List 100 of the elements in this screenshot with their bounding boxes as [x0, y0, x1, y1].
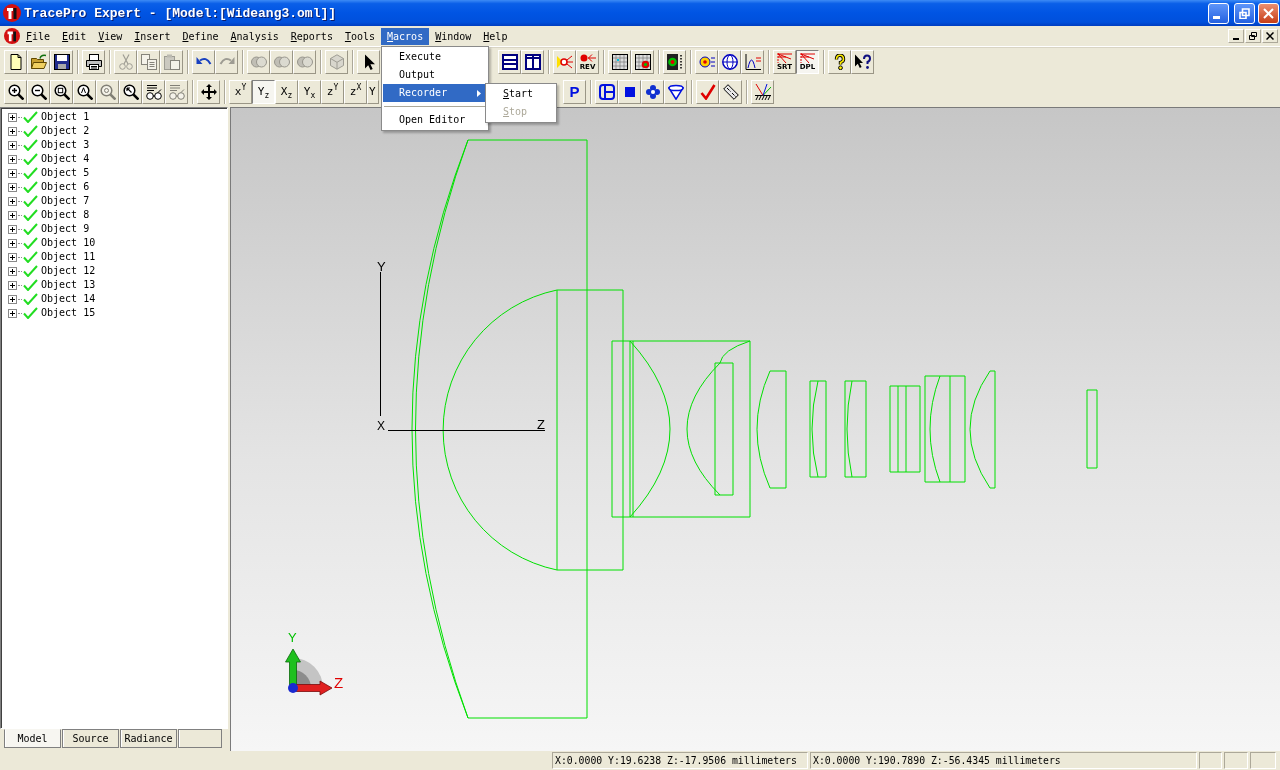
status-panel — [1199, 752, 1222, 769]
tab[interactable]: Source — [62, 729, 119, 748]
axis-triad-icon — [285, 648, 333, 696]
tab[interactable]: Radiance — [120, 729, 177, 748]
tree-item-label[interactable]: Object 11 — [41, 250, 96, 264]
toolbar-button[interactable] — [595, 80, 618, 104]
toolbar-button[interactable] — [663, 50, 686, 74]
tree-item-label[interactable]: Object 1 — [41, 110, 90, 124]
expand-icon[interactable] — [8, 112, 17, 122]
tree-item-label[interactable]: Object 2 — [41, 124, 90, 138]
expand-icon[interactable] — [8, 168, 17, 178]
toolbar-button[interactable] — [119, 80, 142, 104]
toolbar-button[interactable] — [498, 50, 521, 74]
menu-item[interactable]: Window — [429, 27, 478, 45]
toolbar-button[interactable] — [751, 80, 774, 104]
menu-item[interactable]: Macros — [381, 27, 430, 45]
toolbar-button[interactable] — [27, 80, 50, 104]
tree-item-label[interactable]: Object 15 — [41, 306, 96, 320]
menu-item[interactable]: View — [92, 27, 129, 45]
minimize-button[interactable] — [1228, 29, 1244, 43]
check-mark-icon — [23, 167, 38, 179]
toolbar-button[interactable] — [197, 80, 220, 104]
menu-item[interactable]: Edit — [56, 27, 93, 45]
menu-item[interactable]: Tools — [338, 27, 382, 45]
menu-item[interactable]: Execute — [383, 48, 487, 66]
expand-icon[interactable] — [8, 210, 17, 220]
expand-icon[interactable] — [8, 126, 17, 136]
tab[interactable]: Model — [4, 729, 61, 748]
menu-item[interactable]: Output — [383, 66, 487, 84]
toolbar-button[interactable]: z$^{X}$ — [344, 80, 367, 104]
tree-item-label[interactable]: Object 8 — [41, 208, 90, 222]
menu-item[interactable]: Insert — [128, 27, 177, 45]
toolbar-button[interactable] — [50, 80, 73, 104]
pointer-help-icon — [854, 54, 871, 70]
expand-icon[interactable] — [8, 294, 17, 304]
toolbar-button[interactable]: Y$_{z}$ — [252, 80, 275, 104]
toolbar-button[interactable] — [641, 80, 664, 104]
tree-item-label[interactable]: Object 4 — [41, 152, 90, 166]
toolbar-button[interactable] — [192, 50, 215, 74]
toolbar-button[interactable] — [631, 50, 654, 74]
toolbar-button[interactable]: x$^{Y}$ — [229, 80, 252, 104]
tree-item-label[interactable]: Object 9 — [41, 222, 90, 236]
toolbar-button[interactable]: z$^{Y}$ — [321, 80, 344, 104]
check-mark-icon — [23, 251, 38, 263]
surface-rays-icon — [754, 84, 771, 100]
expand-icon[interactable] — [8, 224, 17, 234]
toolbar-button[interactable]: Y — [367, 80, 379, 104]
toolbar-button[interactable] — [828, 50, 851, 74]
toolbar-button[interactable] — [27, 50, 50, 74]
menu-item[interactable]: Start — [487, 85, 555, 103]
expand-icon[interactable] — [8, 252, 17, 262]
toolbar-button[interactable] — [4, 80, 27, 104]
menu-item[interactable]: File — [20, 27, 57, 45]
expand-icon[interactable] — [8, 308, 17, 318]
close-button[interactable] — [1262, 29, 1278, 43]
tree-item-label[interactable]: Object 10 — [41, 236, 96, 250]
toolbar-button[interactable] — [608, 50, 631, 74]
toolbar-button[interactable] — [357, 50, 380, 74]
tree-item-label[interactable]: Object 12 — [41, 264, 96, 278]
toolbar-button[interactable] — [142, 80, 165, 104]
expand-icon[interactable] — [8, 140, 17, 150]
toolbar-button[interactable]: P — [563, 80, 586, 104]
toolbar-button[interactable] — [618, 80, 641, 104]
expand-icon[interactable] — [8, 280, 17, 290]
toolbar-button[interactable] — [719, 80, 742, 104]
ray-fan-icon — [776, 53, 793, 63]
toolbar-button[interactable] — [73, 80, 96, 104]
toolbar-button[interactable] — [521, 50, 544, 74]
restore-button[interactable] — [1245, 29, 1261, 43]
menu-item[interactable]: Recorder — [383, 84, 487, 102]
tree-item-label[interactable]: Object 14 — [41, 292, 96, 306]
axis-label: Z — [537, 417, 545, 432]
toolbar-button[interactable]: Y$_{x}$ — [298, 80, 321, 104]
tree-item-label[interactable]: Object 5 — [41, 166, 90, 180]
menu-item[interactable]: Open Editor — [383, 111, 487, 129]
expand-icon[interactable] — [8, 196, 17, 206]
menu-item[interactable]: Help — [477, 27, 514, 45]
toolbar-button[interactable] — [50, 50, 73, 74]
expand-icon[interactable] — [8, 182, 17, 192]
toolbar-button[interactable] — [4, 50, 27, 74]
toolbar-button[interactable] — [82, 50, 105, 74]
menu-item[interactable]: Define — [176, 27, 225, 45]
toolbar-button[interactable] — [718, 50, 741, 74]
check-mark-icon — [23, 195, 38, 207]
close-icon — [1263, 7, 1274, 19]
toolbar-button[interactable]: X$_{z}$ — [275, 80, 298, 104]
toolbar-button[interactable] — [741, 50, 764, 74]
tree-item-label[interactable]: Object 3 — [41, 138, 90, 152]
expand-icon[interactable] — [8, 266, 17, 276]
tree-item-label[interactable]: Object 13 — [41, 278, 96, 292]
menu-item[interactable]: Analysis — [224, 27, 285, 45]
expand-icon[interactable] — [8, 238, 17, 248]
toolbar-button[interactable] — [664, 80, 687, 104]
toolbar-button[interactable] — [695, 50, 718, 74]
tree-item-label[interactable]: Object 6 — [41, 180, 90, 194]
expand-icon[interactable] — [8, 154, 17, 164]
toolbar-button[interactable] — [851, 50, 874, 74]
menu-item[interactable]: Reports — [284, 27, 339, 45]
blank-page-icon — [7, 54, 24, 70]
tree-item-label[interactable]: Object 7 — [41, 194, 90, 208]
